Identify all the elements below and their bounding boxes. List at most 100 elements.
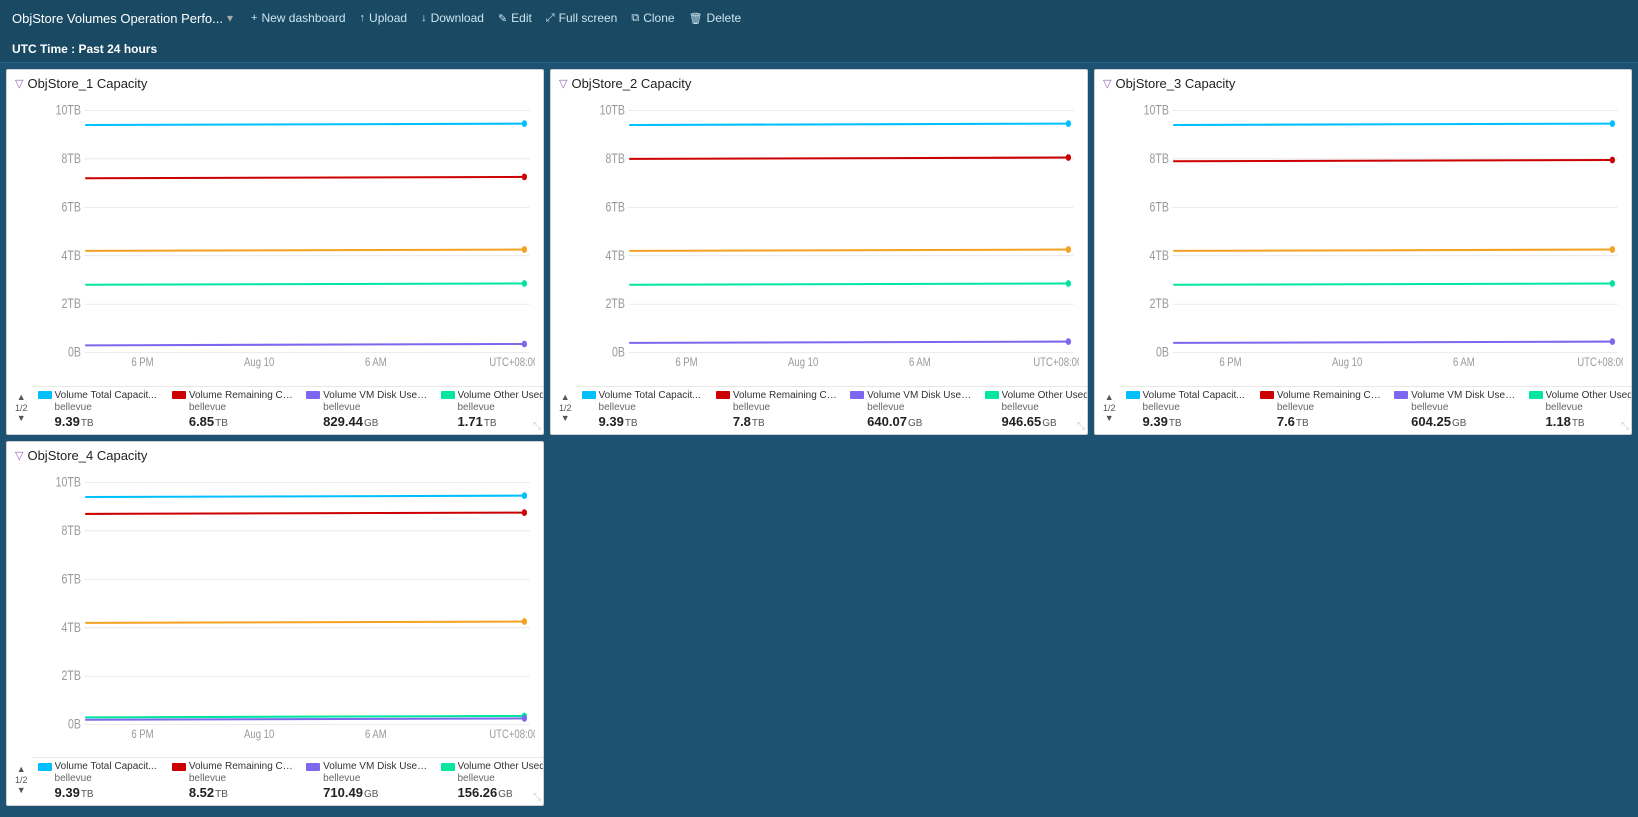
resize-handle[interactable]: ⤡ [1621,421,1629,432]
page-down-arrow[interactable]: ▼ [1105,413,1114,424]
panel-title: ObjStore_3 Capacity [1115,76,1235,91]
legend-value-0: 9.39TB [38,785,164,800]
legend-value-2: 604.25GB [1394,414,1520,429]
legend-item-1: Volume Remaining Cap... bellevue 6.85TB [172,390,298,429]
page-up-arrow[interactable]: ▲ [17,764,26,775]
legend-header-3: Volume Other Used Ca... [441,390,545,401]
svg-text:8TB: 8TB [61,151,80,167]
legend-item-3: Volume Other Used Ca... bellevue 1.71TB [441,390,545,429]
edit-label: Edit [511,11,532,25]
legend-unit-3: TB [1572,418,1585,429]
legend-header-3: Volume Other Used Ca... [985,390,1089,401]
legend-sub-3: bellevue [1529,402,1633,413]
svg-text:0B: 0B [612,344,625,360]
bottom-row: ▲ 1/2 ▼ Volume Total Capacit... bellevue… [1095,384,1631,434]
legend-label-2: Volume VM Disk Used ... [867,390,976,401]
page-down-arrow[interactable]: ▼ [17,413,26,424]
panel-1: ▽ ObjStore_1 Capacity 10TB8TB6TB4TB2TB0B… [6,69,544,435]
legend-sub-2: bellevue [1394,402,1520,413]
upload-button[interactable]: ↑ Upload [354,7,414,29]
legend-label-0: Volume Total Capacit... [599,390,701,401]
chart-area: 10TB8TB6TB4TB2TB0B6 PMAug 106 AMUTC+08:0… [1095,93,1631,384]
legend-sub-3: bellevue [441,773,545,784]
legend-item-3: Volume Other Used Ca... bellevue 156.26G… [441,761,545,800]
panel-4: ▽ ObjStore_4 Capacity 10TB8TB6TB4TB2TB0B… [6,441,544,807]
resize-handle[interactable]: ⤡ [1077,421,1085,432]
download-icon: ↓ [421,12,427,24]
resize-handle[interactable]: ⤡ [533,792,541,803]
new-dashboard-label: New dashboard [261,11,345,25]
legend-header-2: Volume VM Disk Used ... [850,390,976,401]
resize-handle[interactable]: ⤡ [533,421,541,432]
legend-sub-0: bellevue [582,402,708,413]
legend-label-2: Volume VM Disk Used ... [323,390,432,401]
legend-color-0 [38,763,52,771]
legend-unit-1: TB [215,789,228,800]
legend-label-0: Volume Total Capacit... [55,390,157,401]
legend-unit-0: TB [81,789,94,800]
legend-item-2: Volume VM Disk Used ... bellevue 829.44G… [306,390,432,429]
legend-color-3 [441,391,455,399]
legend-sub-2: bellevue [850,402,976,413]
legend-item-0: Volume Total Capacit... bellevue 9.39TB [38,390,164,429]
legend-header-3: Volume Other Used Ca... [1529,390,1633,401]
legend-value-3: 156.26GB [441,785,545,800]
legend-unit-2: GB [908,418,922,429]
svg-text:Aug 10: Aug 10 [788,356,818,369]
legend-header-0: Volume Total Capacit... [1126,390,1252,401]
legend-unit-2: GB [364,418,378,429]
download-label: Download [431,11,484,25]
legend-header-1: Volume Remaining Cap... [172,390,298,401]
svg-text:10TB: 10TB [56,102,81,118]
legend-item-3: Volume Other Used Ca... bellevue 946.65G… [985,390,1089,429]
legend-row: Volume Total Capacit... bellevue 9.39TB … [32,757,544,802]
filter-icon: ▽ [15,449,23,462]
svg-text:2TB: 2TB [605,296,624,312]
svg-text:8TB: 8TB [605,151,624,167]
filter-icon: ▽ [559,77,567,90]
title-chevron[interactable]: ▾ [227,11,233,25]
legend-unit-0: TB [81,418,94,429]
page-up-arrow[interactable]: ▲ [561,392,570,403]
svg-text:8TB: 8TB [61,522,80,538]
legend-unit-3: GB [1042,418,1056,429]
svg-text:2TB: 2TB [61,667,80,683]
new-dashboard-button[interactable]: + New dashboard [245,7,352,29]
legend-sub-1: bellevue [716,402,842,413]
legend-item-1: Volume Remaining Cap... bellevue 8.52TB [172,761,298,800]
download-button[interactable]: ↓ Download [415,7,490,29]
delete-label: Delete [707,11,742,25]
legend-value-1: 8.52TB [172,785,298,800]
page-up-arrow[interactable]: ▲ [17,392,26,403]
page-down-arrow[interactable]: ▼ [17,785,26,796]
legend-header-1: Volume Remaining Cap... [716,390,842,401]
legend-value-3: 946.65GB [985,414,1089,429]
svg-text:6 AM: 6 AM [909,356,931,369]
clone-icon: ⧉ [631,12,639,25]
clone-button[interactable]: ⧉ Clone [625,7,680,29]
page-indicator: ▲ 1/2 ▼ [11,392,32,424]
title-text: ObjStore Volumes Operation Perfo... [12,11,223,26]
legend-unit-0: TB [1169,418,1182,429]
panel-title-row: ▽ ObjStore_1 Capacity [7,70,543,93]
svg-text:Aug 10: Aug 10 [244,356,274,369]
legend-value-1: 6.85TB [172,414,298,429]
svg-text:6 AM: 6 AM [365,356,387,369]
legend-label-1: Volume Remaining Cap... [1277,390,1386,401]
legend-color-2 [306,391,320,399]
legend-item-2: Volume VM Disk Used ... bellevue 710.49G… [306,761,432,800]
fullscreen-button[interactable]: ⤢ Full screen [540,7,624,29]
panel-title: ObjStore_1 Capacity [27,76,147,91]
page-up-arrow[interactable]: ▲ [1105,392,1114,403]
delete-button[interactable]: 🗑 Delete [683,7,748,29]
legend-value-0: 9.39TB [582,414,708,429]
edit-button[interactable]: ✎ Edit [492,7,538,29]
legend-sub-0: bellevue [38,773,164,784]
page-down-arrow[interactable]: ▼ [561,413,570,424]
legend-unit-1: TB [1296,418,1309,429]
legend-color-3 [985,391,999,399]
chart-area: 10TB8TB6TB4TB2TB0B6 PMAug 106 AMUTC+08:0… [7,465,543,756]
legend-label-1: Volume Remaining Cap... [189,390,298,401]
legend-label-3: Volume Other Used Ca... [1002,390,1089,401]
legend-unit-1: TB [752,418,765,429]
